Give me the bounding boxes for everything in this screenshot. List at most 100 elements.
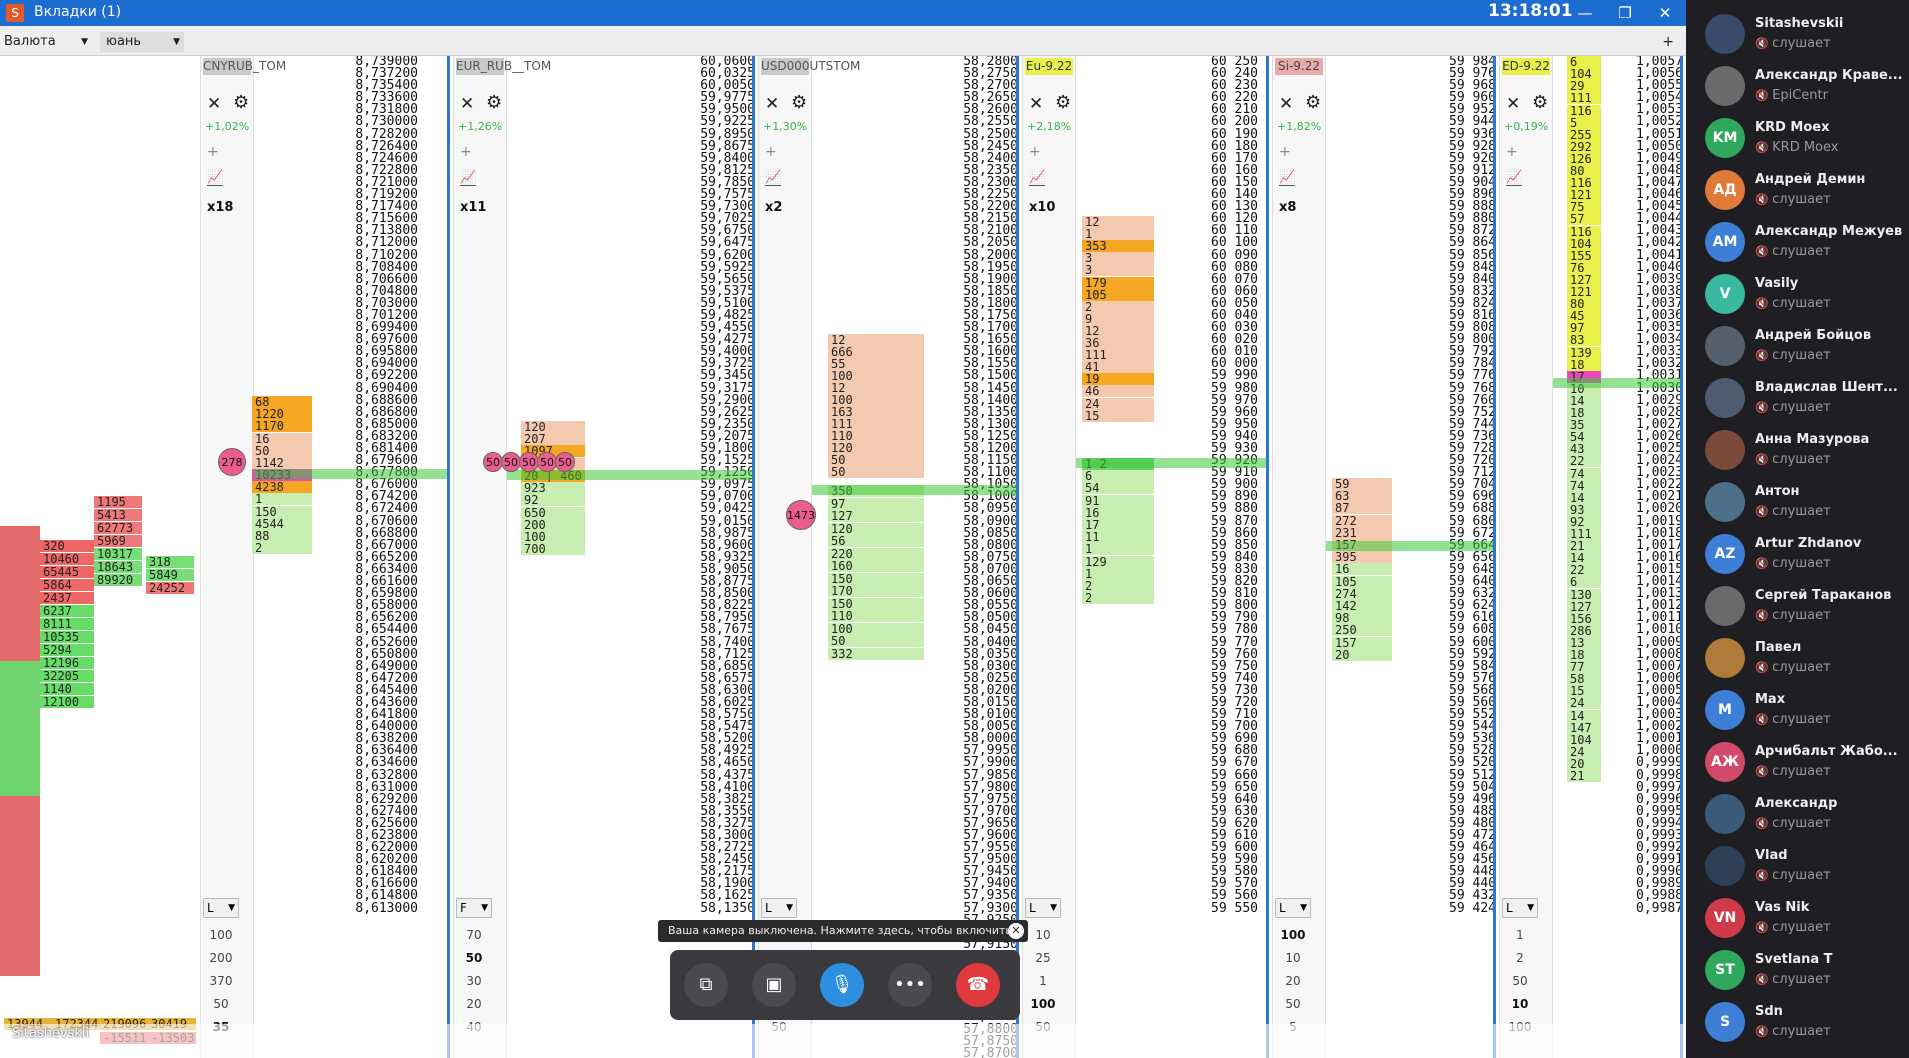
participant-row[interactable]: Александр 🔇 слушает (1703, 788, 1907, 840)
participant-row[interactable]: Сергей Тараканов 🔇 слушает (1703, 580, 1907, 632)
order-type-select[interactable]: F ▼ (456, 898, 492, 918)
volume-presets: 125010100 (1502, 924, 1538, 1039)
close-icon[interactable]: ✕ (207, 94, 221, 114)
participant-row[interactable]: Анна Мазурова 🔇 слушает (1703, 424, 1907, 476)
participant-row[interactable]: Vlad 🔇 слушает (1703, 840, 1907, 892)
multiplier-label: x18 (207, 200, 234, 215)
camera-off-tooltip[interactable]: Ваша камера выключена. Нажмите здесь, чт… (658, 920, 1028, 959)
participant-row[interactable]: AZ Artur Zhdanov 🔇 слушает (1703, 528, 1907, 580)
ask-volume: 12 (828, 334, 924, 346)
close-icon[interactable]: ✕ (1029, 94, 1043, 114)
plus-icon[interactable]: + (1029, 144, 1041, 160)
best-price-bar (1553, 378, 1680, 388)
bid-volume: 650 (521, 506, 585, 519)
participant-row[interactable]: Павел 🔇 слушает (1703, 632, 1907, 684)
chart-icon[interactable]: 📈 (207, 170, 224, 186)
volume-preset[interactable]: 100 (1275, 924, 1311, 947)
maximize-button[interactable]: ❐ (1612, 2, 1638, 24)
mic-toggle-button[interactable]: 🎙 (820, 963, 864, 1007)
volume-preset[interactable]: 370 (203, 970, 239, 993)
close-icon[interactable]: ✕ (460, 94, 474, 114)
volume-preset[interactable]: 200 (203, 947, 239, 970)
participant-name: Svetlana T (1755, 952, 1833, 967)
plus-icon[interactable]: + (460, 144, 472, 160)
chart-icon[interactable]: 📈 (1029, 170, 1046, 186)
volume-preset[interactable]: 10 (1025, 924, 1061, 947)
order-type-select[interactable]: L ▼ (1502, 898, 1538, 918)
gear-icon[interactable]: ⚙ (486, 92, 502, 113)
volume-preset[interactable]: 50 (456, 947, 492, 970)
price-column: 58,2800 58,2750 58,2700 58,2650 58,2600 … (922, 56, 1016, 1058)
add-tab-button[interactable]: + (1662, 34, 1674, 50)
participant-row[interactable]: S Sdn 🔇 слушает (1703, 996, 1907, 1048)
bid-volume: 87 (1332, 502, 1392, 515)
close-window-button[interactable]: ✕ (1652, 2, 1678, 24)
gear-icon[interactable]: ⚙ (1305, 92, 1321, 113)
volume-preset[interactable]: 20 (456, 993, 492, 1016)
participant-row[interactable]: V Vasily 🔇 слушает (1703, 268, 1907, 320)
chart-icon[interactable]: 📈 (1279, 170, 1296, 186)
status-text: слушает (1768, 400, 1831, 415)
participant-name: Владислав Шент... (1755, 380, 1898, 395)
order-type-select[interactable]: L ▼ (1025, 898, 1061, 918)
volume-preset[interactable]: 100 (1025, 993, 1061, 1016)
volume-preset[interactable]: 100 (203, 924, 239, 947)
plus-icon[interactable]: + (1279, 144, 1291, 160)
close-icon[interactable]: ✕ (1008, 923, 1024, 939)
volume-preset[interactable]: 25 (1025, 947, 1061, 970)
orderbook-panel: USD000UTSTOM✕⚙+1,30%+📈x2L▼1001011005058,… (758, 56, 1019, 1058)
participant-row[interactable]: Антон 🔇 слушает (1703, 476, 1907, 528)
participant-row[interactable]: Sitashevskii 🔇 слушает (1703, 8, 1907, 60)
participant-row[interactable]: VN Vas Nik 🔇 слушает (1703, 892, 1907, 944)
close-icon[interactable]: ✕ (765, 94, 779, 114)
camera-toggle-button[interactable]: ▣ (752, 963, 796, 1007)
volume-preset[interactable]: 10 (1502, 993, 1538, 1016)
best-price-bar (1076, 458, 1266, 468)
price-column: 1,0057 1,0056 1,0055 1,0054 1,0053 1,005… (1625, 56, 1680, 1058)
plus-icon[interactable]: + (765, 144, 777, 160)
participant-row[interactable]: АД Андрей Демин 🔇 слушает (1703, 164, 1907, 216)
end-call-button[interactable]: ☎ (956, 963, 1000, 1007)
ask-volume: 163 (828, 406, 924, 418)
currency-dropdown[interactable]: Валюта ▼ (4, 32, 92, 52)
participant-row[interactable]: Андрей Бойцов 🔇 слушает (1703, 320, 1907, 372)
volume-preset[interactable]: 70 (456, 924, 492, 947)
close-icon[interactable]: ✕ (1279, 94, 1293, 114)
minimize-button[interactable]: — (1572, 2, 1598, 24)
volume-preset[interactable]: 2 (1502, 947, 1538, 970)
participant-row[interactable]: АМ Александр Межуев 🔇 слушает (1703, 216, 1907, 268)
participant-row[interactable]: АЖ Арчибальт Жабо... 🔇 слушает (1703, 736, 1907, 788)
volume-preset[interactable]: 20 (1275, 970, 1311, 993)
close-icon[interactable]: ✕ (1506, 94, 1520, 114)
yuan-dropdown[interactable]: юань ▼ (100, 32, 184, 52)
order-type-select[interactable]: L ▼ (1275, 898, 1311, 918)
volume-preset[interactable]: 50 (1502, 970, 1538, 993)
price-column: 59 984 59 976 59 968 59 960 59 952 59 94… (1390, 56, 1493, 1058)
chart-icon[interactable]: 📈 (765, 170, 782, 186)
participant-row[interactable]: KM KRD Moex 🔇 KRD Moex (1703, 112, 1907, 164)
volume-preset[interactable]: 1 (1502, 924, 1538, 947)
plus-icon[interactable]: + (207, 144, 219, 160)
volume-preset[interactable]: 50 (1275, 993, 1311, 1016)
volume-preset[interactable]: 50 (203, 993, 239, 1016)
order-type-select[interactable]: L ▼ (203, 898, 239, 918)
order-type-select[interactable]: L ▼ (761, 898, 797, 918)
participant-row[interactable]: Владислав Шент... 🔇 слушает (1703, 372, 1907, 424)
chart-icon[interactable]: 📈 (1506, 170, 1523, 186)
share-screen-button[interactable]: ⧉ (684, 963, 728, 1007)
volume-preset[interactable]: 10 (1275, 947, 1311, 970)
volume-preset[interactable]: 30 (456, 970, 492, 993)
ed-volume: 18 (1567, 407, 1601, 419)
participant-row[interactable]: Александр Краве... 🔇 EpiCentr (1703, 60, 1907, 112)
chart-icon[interactable]: 📈 (460, 170, 477, 186)
gear-icon[interactable]: ⚙ (233, 92, 249, 113)
participant-row[interactable]: M Max 🔇 слушает (1703, 684, 1907, 736)
gear-icon[interactable]: ⚙ (1055, 92, 1071, 113)
participant-row[interactable]: ST Svetlana T 🔇 слушает (1703, 944, 1907, 996)
gear-icon[interactable]: ⚙ (791, 92, 807, 113)
more-options-button[interactable]: ••• (888, 963, 932, 1007)
multiplier-label: x8 (1279, 200, 1297, 215)
gear-icon[interactable]: ⚙ (1532, 92, 1548, 113)
plus-icon[interactable]: + (1506, 144, 1518, 160)
volume-preset[interactable]: 1 (1025, 970, 1061, 993)
